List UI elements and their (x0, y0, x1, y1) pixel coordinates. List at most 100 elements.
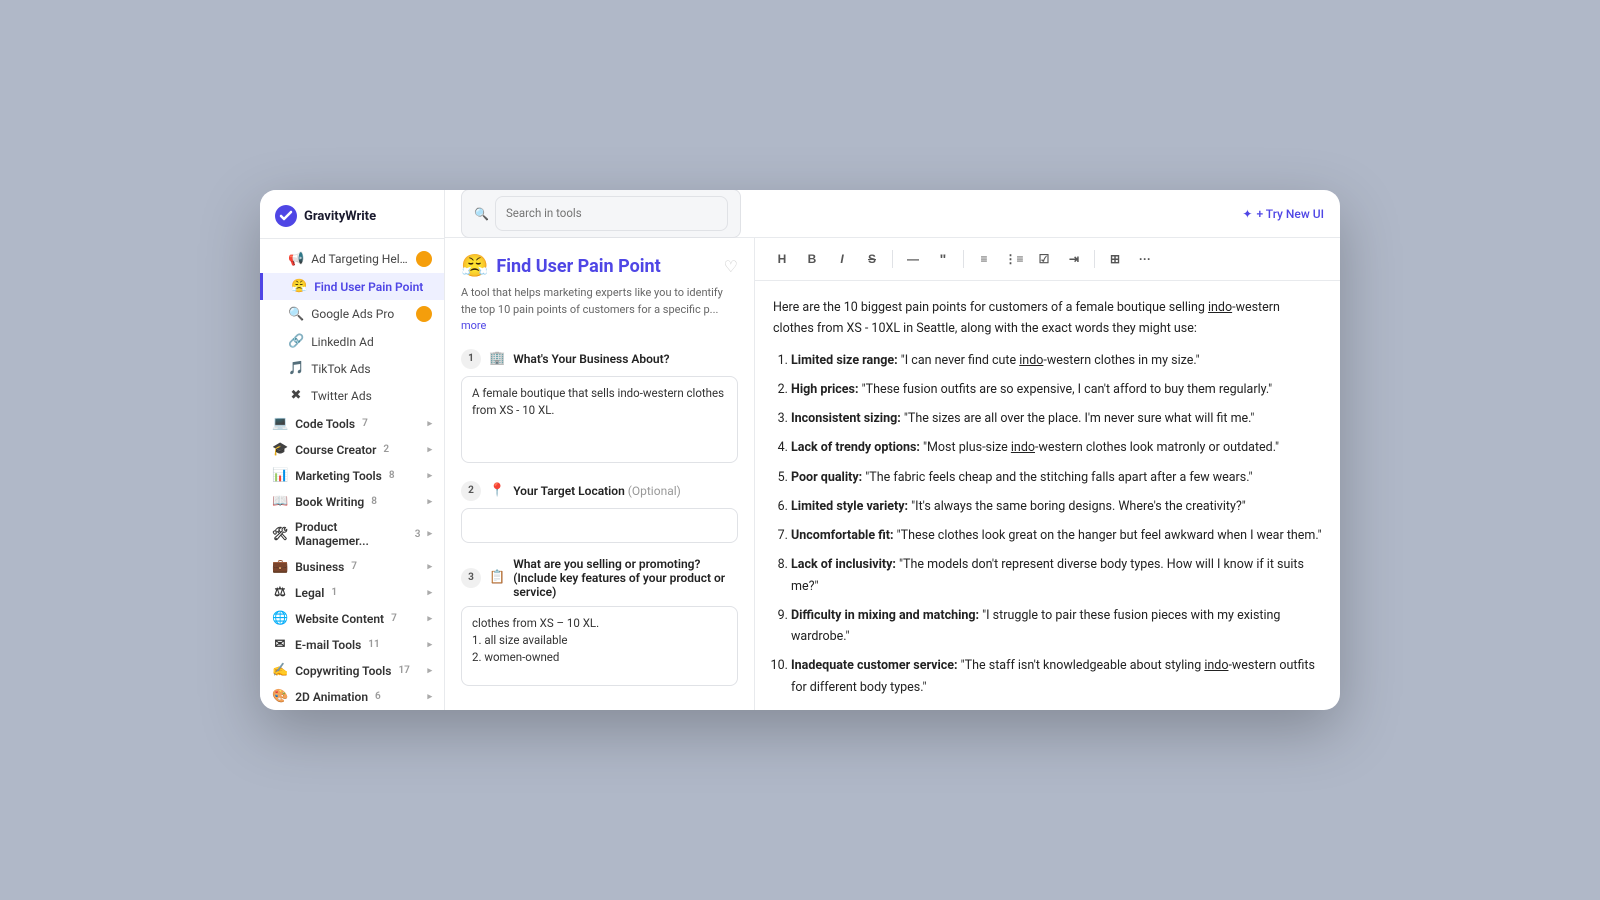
logo-text: GravityWrite (304, 209, 376, 224)
section-book-writing[interactable]: 📖 Book Writing 8 ▸ (260, 487, 444, 513)
sidebar-item-label: TikTok Ads (311, 362, 432, 376)
toolbar-italic[interactable]: I (829, 246, 855, 272)
toolbar-separator-3 (1094, 250, 1095, 268)
sidebar-nav: 📢 Ad Targeting Hel... 😤 Find User Pain P… (260, 239, 444, 710)
toolbar-dash[interactable]: — (900, 246, 926, 272)
section-code-tools[interactable]: 💻 Code Tools 7 ▸ (260, 409, 444, 435)
output-list-item: Uncomfortable fit: "These clothes look g… (791, 525, 1322, 546)
heart-icon[interactable]: ♡ (724, 257, 738, 276)
sidebar-item-google-ads[interactable]: 🔍 Google Ads Pro (260, 300, 444, 328)
output-text: Here are the 10 biggest pain points for … (773, 297, 1322, 698)
step1-number: 1 (461, 349, 481, 369)
step1-icon: 🏢 (489, 351, 505, 366)
section-label: Product Managemer... (295, 520, 408, 548)
step2-label: Your Target Location (Optional) (513, 484, 681, 498)
section-label: 2D Animation (295, 690, 368, 704)
section-label: Course Creator (295, 443, 376, 457)
search-icon: 🔍 (474, 207, 489, 221)
chevron-icon: ▸ (427, 692, 432, 702)
tool-emoji: 😤 (461, 254, 488, 279)
output-list-item: High prices: "These fusion outfits are s… (791, 379, 1322, 400)
section-2d-animation[interactable]: 🎨 2D Animation 6 ▸ (260, 682, 444, 708)
toolbar-table[interactable]: ⊞ (1102, 246, 1128, 272)
copywriting-icon: ✍ (272, 663, 288, 678)
chevron-icon: ▸ (427, 562, 432, 572)
toolbar-blockquote[interactable]: " (930, 246, 956, 272)
search-input[interactable] (495, 196, 728, 231)
section-count: 2 (383, 444, 389, 455)
section-email-tools[interactable]: ✉ E-mail Tools 11 ▸ (260, 630, 444, 656)
chevron-icon: ▸ (427, 588, 432, 598)
editor-toolbar: H B I S — " ≡ ⋮≡ ☑ ⇥ ⊞ ··· (755, 238, 1340, 281)
sidebar-item-label: Ad Targeting Hel... (311, 252, 409, 266)
logo-icon (274, 204, 298, 228)
toolbar-indent[interactable]: ⇥ (1061, 246, 1087, 272)
toolbar-bold[interactable]: B (799, 246, 825, 272)
try-new-ui-label: + Try New UI (1256, 207, 1324, 221)
section-count: 7 (351, 561, 357, 572)
badge-google-ads (416, 306, 432, 322)
toolbar-ordered-list[interactable]: ⋮≡ (1001, 246, 1027, 272)
content-split: 😤 Find User Pain Point ♡ A tool that hel… (445, 238, 1340, 710)
section-label: Copywriting Tools (295, 664, 391, 678)
section-course-creator[interactable]: 🎓 Course Creator 2 ▸ (260, 435, 444, 461)
linkedin-icon: 🔗 (288, 334, 304, 349)
2d-icon: 🎨 (272, 689, 288, 704)
chevron-icon: ▸ (427, 419, 432, 429)
section-label: Business (295, 560, 344, 574)
sidebar-item-ad-targeting[interactable]: 📢 Ad Targeting Hel... (260, 245, 444, 273)
toolbar-more[interactable]: ··· (1132, 246, 1158, 272)
section-count: 6 (375, 691, 381, 702)
output-list-item: Lack of trendy options: "Most plus-size … (791, 437, 1322, 458)
step2-header: 2 📍 Your Target Location (Optional) (461, 481, 738, 501)
sidebar-item-tiktok-ads[interactable]: 🎵 TikTok Ads (260, 355, 444, 382)
section-count: 17 (398, 665, 409, 676)
section-legal[interactable]: ⚖ Legal 1 ▸ (260, 578, 444, 604)
sidebar-item-label: LinkedIn Ad (311, 335, 432, 349)
location-input[interactable]: Seattle (461, 508, 738, 543)
sparkle-icon: ✦ (1242, 207, 1252, 221)
try-new-ui-button[interactable]: ✦ + Try New UI (1242, 207, 1324, 221)
selling-textarea[interactable] (461, 606, 738, 686)
section-marketing-tools[interactable]: 📊 Marketing Tools 8 ▸ (260, 461, 444, 487)
tool-header: 😤 Find User Pain Point ♡ (461, 254, 738, 279)
sidebar-item-find-user-pain[interactable]: 😤 Find User Pain Point (260, 273, 444, 300)
form-step-1: 1 🏢 What's Your Business About? (461, 349, 738, 467)
toolbar-heading[interactable]: H (769, 246, 795, 272)
sidebar-item-linkedin-ad[interactable]: 🔗 LinkedIn Ad (260, 328, 444, 355)
section-label: Legal (295, 586, 324, 600)
legal-icon: ⚖ (272, 585, 288, 600)
more-link[interactable]: more (461, 319, 486, 332)
chevron-icon: ▸ (427, 614, 432, 624)
section-product-manager[interactable]: 🛠 Product Managemer... 3 ▸ (260, 513, 444, 552)
section-label: Marketing Tools (295, 469, 382, 483)
form-panel: 😤 Find User Pain Point ♡ A tool that hel… (445, 238, 755, 710)
toolbar-strikethrough[interactable]: S (859, 246, 885, 272)
search-box[interactable]: 🔍 (461, 190, 741, 238)
app-logo: GravityWrite (260, 190, 444, 239)
step3-number: 3 (461, 568, 481, 588)
toolbar-checklist[interactable]: ☑ (1031, 246, 1057, 272)
output-list-item: Inconsistent sizing: "The sizes are all … (791, 408, 1322, 429)
tiktok-icon: 🎵 (288, 361, 304, 376)
section-3d-animation[interactable]: 🎬 3D Animation 3 ▸ (260, 708, 444, 710)
sidebar-item-twitter-ads[interactable]: ✖ Twitter Ads (260, 382, 444, 409)
chevron-icon: ▸ (427, 666, 432, 676)
location-pin-icon: 📍 (489, 483, 505, 498)
chevron-icon: ▸ (427, 471, 432, 481)
find-pain-icon: 😤 (291, 279, 307, 294)
form-step-2: 2 📍 Your Target Location (Optional) Seat… (461, 481, 738, 543)
output-list-item: Limited size range: "I can never find cu… (791, 350, 1322, 371)
section-label: E-mail Tools (295, 638, 361, 652)
output-list-item: Difficulty in mixing and matching: "I st… (791, 605, 1322, 648)
badge-ad-targeting (416, 251, 432, 267)
book-icon: 📖 (272, 494, 288, 509)
section-copywriting[interactable]: ✍ Copywriting Tools 17 ▸ (260, 656, 444, 682)
section-business[interactable]: 💼 Business 7 ▸ (260, 552, 444, 578)
section-website-content[interactable]: 🌐 Website Content 7 ▸ (260, 604, 444, 630)
toolbar-unordered-list[interactable]: ≡ (971, 246, 997, 272)
course-creator-icon: 🎓 (272, 442, 288, 457)
business-textarea[interactable] (461, 376, 738, 463)
output-list-item: Poor quality: "The fabric feels cheap an… (791, 467, 1322, 488)
step3-icon: 📋 (489, 570, 505, 585)
